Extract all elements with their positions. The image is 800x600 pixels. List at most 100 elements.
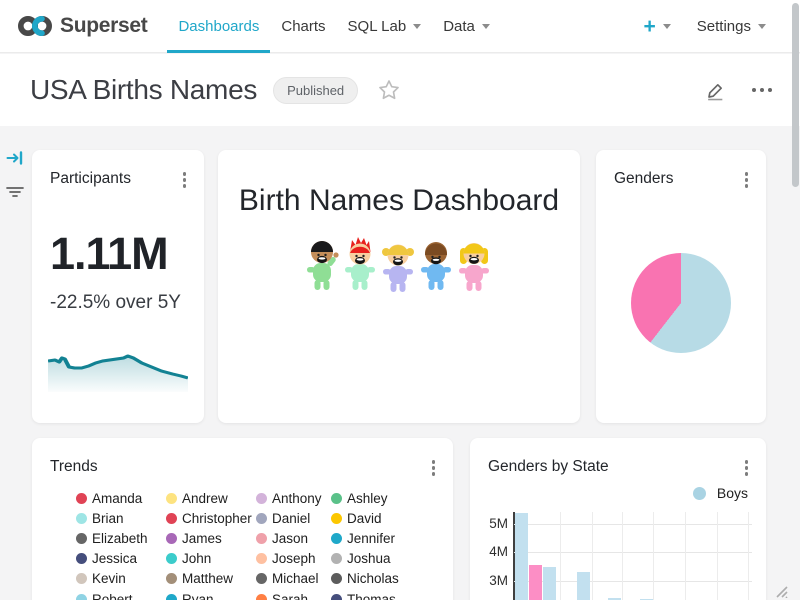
legend-label: Joseph xyxy=(272,551,316,566)
legend-item[interactable]: Sarah xyxy=(256,589,331,600)
legend-item[interactable]: Amanda xyxy=(76,488,166,508)
y-axis-tick: 4M xyxy=(474,544,508,559)
trends-legend: AmandaAndrew Anthony Ashley Brian Christophe… xyxy=(76,488,445,600)
page-title: USA Births Names xyxy=(30,74,257,106)
legend-item[interactable]: Jennifer xyxy=(331,528,445,548)
header-actions xyxy=(705,80,772,101)
brand-name: Superset xyxy=(60,14,147,38)
bar xyxy=(529,565,542,600)
plus-icon: + xyxy=(644,16,656,37)
favorite-button[interactable] xyxy=(378,79,400,101)
bar xyxy=(543,567,556,600)
legend-item[interactable]: Joseph xyxy=(256,549,331,569)
genders-card: Genders xyxy=(596,150,766,423)
nav-item-data[interactable]: Data xyxy=(432,0,501,53)
legend-label: Daniel xyxy=(272,511,310,526)
legend-item[interactable]: Elizabeth xyxy=(76,528,166,548)
legend-item[interactable]: Brian xyxy=(76,508,166,528)
pencil-icon xyxy=(705,80,726,101)
card-title: Participants xyxy=(50,170,131,188)
legend-item[interactable]: James xyxy=(166,528,256,548)
bar xyxy=(577,572,590,600)
legend-dot xyxy=(76,553,87,564)
legend-item[interactable]: Jessica xyxy=(76,549,166,569)
legend-dot xyxy=(256,553,267,564)
legend-item[interactable]: Nicholas xyxy=(331,569,445,589)
filter-list-button[interactable] xyxy=(5,185,25,204)
legend-dot xyxy=(76,573,87,584)
legend-label: Sarah xyxy=(272,592,308,600)
y-axis-tick: 5M xyxy=(474,516,508,531)
legend-label: Michael xyxy=(272,571,319,586)
more-actions-button[interactable] xyxy=(752,88,772,92)
participants-card: Participants 1.11M -22.5% over 5Y xyxy=(32,150,204,423)
legend-label: Brian xyxy=(92,511,124,526)
chart-options-button[interactable] xyxy=(743,458,751,478)
legend-item[interactable]: Kevin xyxy=(76,569,166,589)
chart-options-button[interactable] xyxy=(181,170,189,190)
kebab-icon xyxy=(745,172,749,176)
legend-item[interactable]: Joshua xyxy=(331,549,445,569)
legend-item-boys[interactable]: Boys xyxy=(693,485,748,501)
legend-label: John xyxy=(182,551,211,566)
gridline xyxy=(653,512,654,600)
legend-dot xyxy=(331,553,342,564)
legend-item[interactable]: Thomas xyxy=(331,589,445,600)
superset-logo[interactable]: Superset xyxy=(16,13,147,39)
legend-dot xyxy=(331,493,342,504)
top-navbar: Superset DashboardsChartsSQL LabData + S… xyxy=(0,0,800,53)
superset-infinity-icon xyxy=(16,13,54,39)
legend-item[interactable]: Andrew xyxy=(166,488,256,508)
legend-item[interactable]: Robert xyxy=(76,589,166,600)
resize-handle-icon[interactable] xyxy=(772,582,788,598)
chart-options-button[interactable] xyxy=(743,170,751,190)
settings-menu[interactable]: Settings xyxy=(697,18,766,35)
legend-dot xyxy=(693,487,706,500)
chevron-down-icon xyxy=(482,24,490,29)
legend-item[interactable]: Matthew xyxy=(166,569,256,589)
legend-dot xyxy=(256,493,267,504)
legend-dot xyxy=(76,594,87,600)
chevron-down-icon xyxy=(758,24,766,29)
legend-item[interactable]: David xyxy=(331,508,445,528)
legend-dot xyxy=(166,573,177,584)
edit-dashboard-button[interactable] xyxy=(705,80,726,101)
legend-label: Christopher xyxy=(182,511,252,526)
legend-label: Matthew xyxy=(182,571,233,586)
expand-filter-bar-button[interactable] xyxy=(6,150,24,171)
gridline xyxy=(622,512,623,600)
legend-item[interactable]: Christopher xyxy=(166,508,256,528)
legend-item[interactable]: John xyxy=(166,549,256,569)
legend-item[interactable]: Ashley xyxy=(331,488,445,508)
card-title: Genders xyxy=(614,170,673,188)
big-number-value: 1.11M xyxy=(50,228,168,280)
legend-label: Anthony xyxy=(272,491,322,506)
legend-label: David xyxy=(347,511,382,526)
legend-label: Nicholas xyxy=(347,571,399,586)
bar xyxy=(515,513,528,600)
legend-label: Jennifer xyxy=(347,531,395,546)
legend-dot xyxy=(166,513,177,524)
legend-item[interactable]: Michael xyxy=(256,569,331,589)
legend-dot xyxy=(76,533,87,544)
nav-item-sql-lab[interactable]: SQL Lab xyxy=(337,0,433,53)
card-title: Genders by State xyxy=(488,458,609,476)
new-item-button[interactable]: + xyxy=(644,16,671,37)
nav-item-dashboards[interactable]: Dashboards xyxy=(167,0,270,53)
legend-dot xyxy=(166,493,177,504)
chevron-down-icon xyxy=(663,24,671,29)
legend-dot xyxy=(166,553,177,564)
legend-item[interactable]: Ryan xyxy=(166,589,256,600)
status-badge[interactable]: Published xyxy=(273,77,358,104)
nav-item-charts[interactable]: Charts xyxy=(270,0,336,53)
scrollbar-thumb[interactable] xyxy=(792,3,799,187)
filter-icon xyxy=(5,185,25,199)
legend-item[interactable]: Anthony xyxy=(256,488,331,508)
legend-dot xyxy=(256,513,267,524)
legend-dot xyxy=(331,573,342,584)
legend-label: James xyxy=(182,531,222,546)
legend-item[interactable]: Jason xyxy=(256,528,331,548)
legend-label: Jason xyxy=(272,531,308,546)
chart-options-button[interactable] xyxy=(430,458,438,478)
legend-item[interactable]: Daniel xyxy=(256,508,331,528)
